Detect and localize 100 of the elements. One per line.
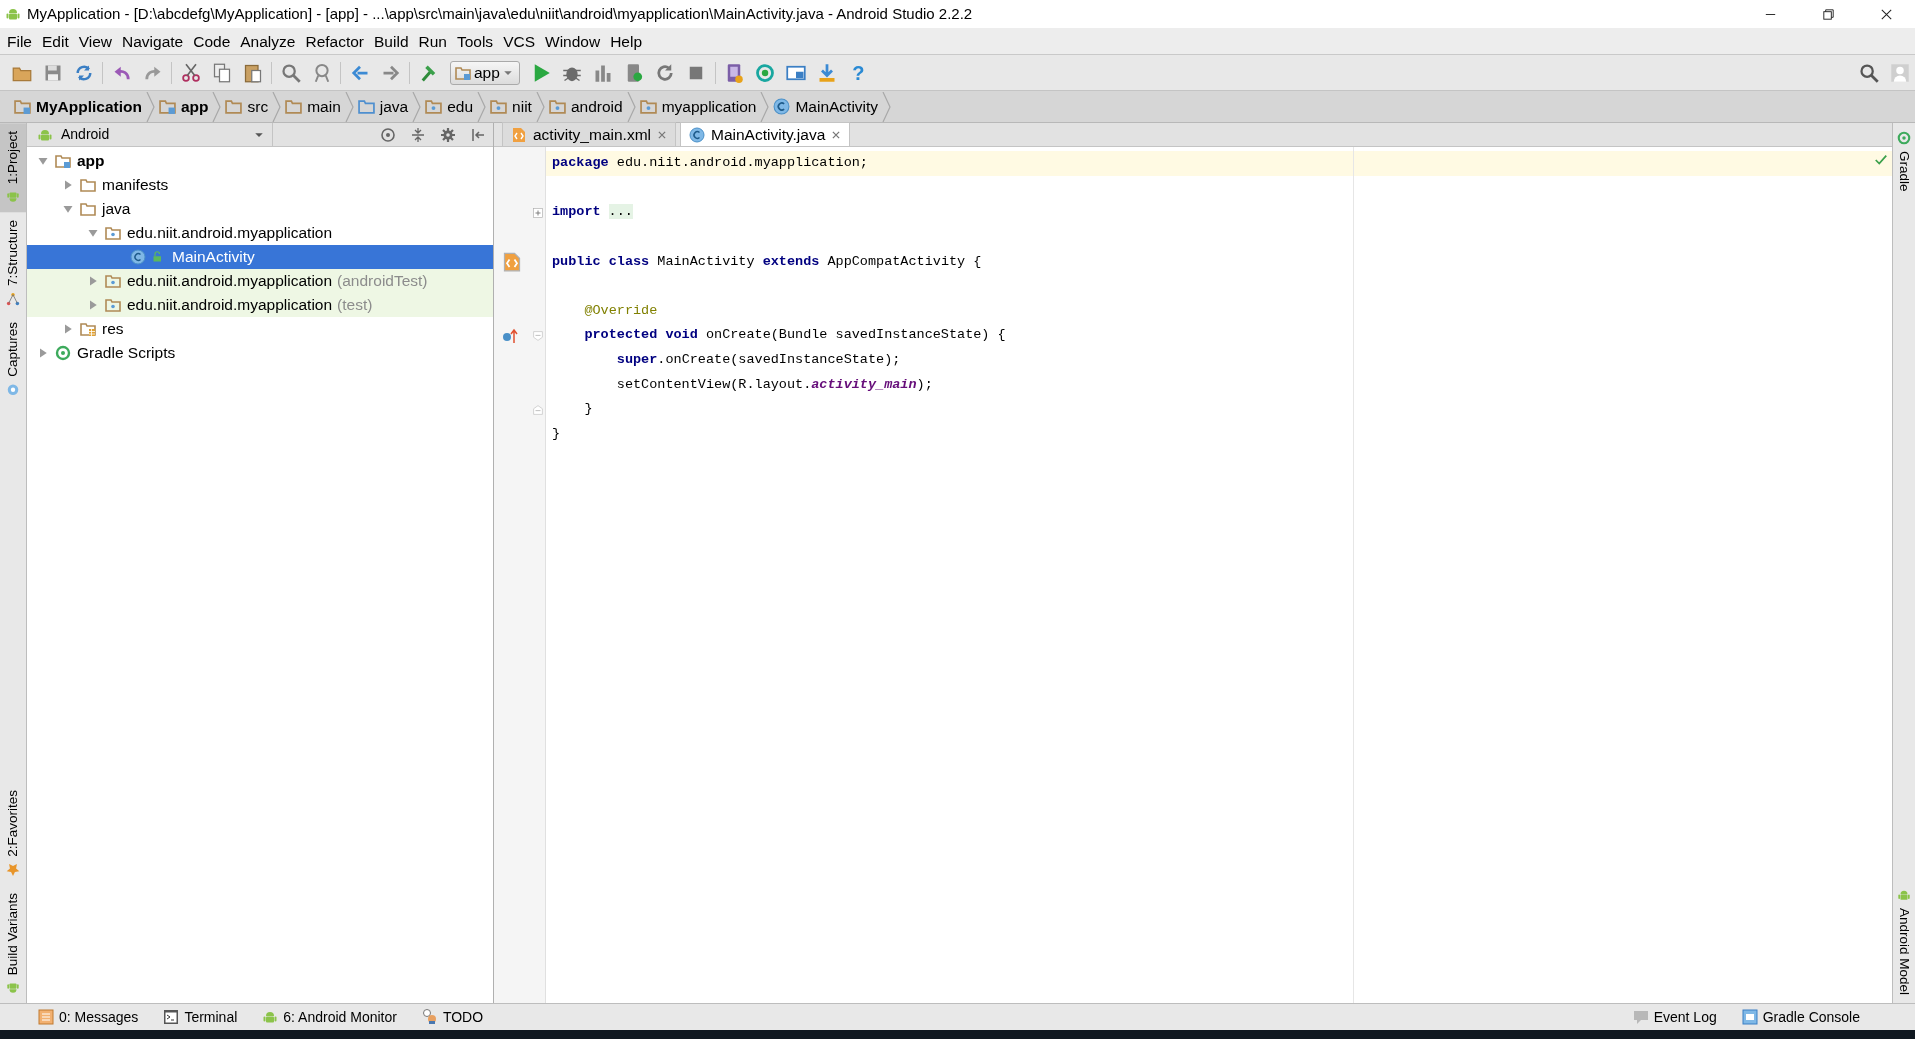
folder-icon: [80, 321, 96, 337]
tool-window-button[interactable]: Event Log: [1632, 1006, 1717, 1028]
star-icon: [6, 862, 20, 877]
target-icon[interactable]: [380, 126, 396, 143]
folder-icon: [80, 177, 96, 193]
code-line: public class MainActivity extends AppCompatActivity {: [552, 252, 982, 271]
tree-item[interactable]: manifests: [27, 173, 493, 197]
folder-icon: [14, 98, 31, 115]
chevron-icon: [412, 91, 422, 122]
tool-window-tab[interactable]: 7:Structure: [0, 212, 26, 315]
tool-window-button[interactable]: 0: Messages: [38, 1006, 139, 1028]
editor-tab[interactable]: MainActivity.java: [680, 122, 851, 146]
expanded-arrow-icon[interactable]: [62, 203, 74, 215]
chevron-icon: [882, 91, 892, 122]
hide-panel-icon[interactable]: [470, 126, 486, 143]
download-icon[interactable]: [817, 62, 838, 83]
package-icon: [548, 98, 566, 115]
tree-item[interactable]: res: [27, 317, 493, 341]
editor-tab[interactable]: activity_main.xml: [502, 122, 676, 146]
paste-icon[interactable]: [242, 62, 263, 83]
tree-item[interactable]: java: [27, 197, 493, 221]
breadcrumb-item[interactable]: MainActivity: [769, 94, 883, 119]
chevron-icon: [344, 91, 354, 122]
class-icon: [130, 249, 146, 265]
lock-icon: [152, 251, 164, 263]
gradle-icon: [1897, 131, 1911, 145]
menu-item[interactable]: Run: [413, 27, 452, 55]
package-icon: [639, 98, 657, 115]
collapsed-arrow-icon[interactable]: [37, 347, 49, 359]
breadcrumb-item[interactable]: main: [281, 94, 345, 119]
tree-item[interactable]: edu.niit.android.myapplication (androidTest): [27, 269, 493, 293]
breadcrumb-item[interactable]: android: [544, 94, 627, 119]
breadcrumb-item[interactable]: java: [353, 94, 413, 119]
structure-icon: [6, 292, 20, 307]
menu-item[interactable]: Analyze: [235, 27, 301, 55]
window-title: MyApplication - [D:\abcdefg\MyApplication] - [app] - ...\app\src\main\java\edu\niit\android\myapplication\MainActivity.java - Android Studio 2.2.2: [27, 3, 974, 24]
tree-item[interactable]: edu.niit.android.myapplication: [27, 221, 493, 245]
breadcrumb-item[interactable]: src: [221, 94, 273, 119]
gradle-sync-icon[interactable]: [755, 62, 776, 83]
tool-window-button[interactable]: Gradle Console: [1741, 1006, 1860, 1028]
tool-window-button[interactable]: 6: Android Monitor: [262, 1006, 397, 1028]
android-icon: [6, 981, 20, 995]
menu-item[interactable]: Window: [540, 27, 606, 55]
collapsed-arrow-icon[interactable]: [62, 179, 74, 191]
menu-item[interactable]: VCS: [498, 27, 540, 55]
code-line: setContentView(R.layout.activity_main);: [615, 375, 933, 394]
breadcrumb-item[interactable]: edu: [421, 94, 478, 119]
tool-window-tab[interactable]: 2:Favorites: [0, 781, 26, 885]
collapsed-arrow-icon[interactable]: [62, 323, 74, 335]
collapsed-arrow-icon[interactable]: [87, 275, 99, 287]
menu-item[interactable]: File: [2, 27, 37, 55]
code-line: protected void onCreate(Bundle savedInstanceState) {: [583, 326, 1006, 345]
menu-item[interactable]: Tools: [451, 27, 499, 55]
fold-end-icon[interactable]: [533, 405, 543, 415]
collapse-all-icon[interactable]: [410, 126, 426, 143]
tool-window-tab[interactable]: Captures: [0, 314, 26, 406]
breadcrumb-item[interactable]: myapplication: [635, 94, 761, 119]
menu-item[interactable]: View: [73, 27, 118, 55]
tree-item[interactable]: app: [27, 149, 493, 173]
menu-item[interactable]: Edit: [37, 27, 74, 55]
refresh-icon[interactable]: [655, 62, 676, 83]
tool-window-tab[interactable]: Android Model: [1893, 879, 1915, 1003]
chevron-icon: [477, 91, 487, 122]
fold-start-icon[interactable]: [533, 331, 543, 342]
class-icon: [689, 126, 705, 143]
tool-window-tab[interactable]: Gradle: [1893, 123, 1915, 200]
check-icon: [1874, 153, 1888, 167]
menu-item[interactable]: Code: [188, 27, 236, 55]
menu-item[interactable]: Refactor: [300, 27, 370, 55]
search-icon[interactable]: [1858, 62, 1879, 83]
tree-item[interactable]: MainActivity: [27, 245, 493, 269]
gear-icon[interactable]: [440, 126, 456, 143]
gradle-icon: [55, 345, 71, 361]
tree-item[interactable]: edu.niit.android.myapplication (test): [27, 293, 493, 317]
chevron-icon: [145, 91, 155, 122]
tool-window-button[interactable]: Terminal: [163, 1006, 238, 1028]
collapsed-arrow-icon[interactable]: [87, 299, 99, 311]
code-line: }: [583, 400, 593, 419]
menu-item[interactable]: Help: [605, 27, 648, 55]
menu-item[interactable]: Navigate: [117, 27, 189, 55]
package-icon: [105, 273, 121, 289]
tool-window-tab[interactable]: Build Variants: [0, 884, 26, 1003]
package-icon: [425, 98, 443, 115]
copy-icon[interactable]: [211, 62, 232, 83]
breadcrumb-item[interactable]: MyApplication: [10, 94, 146, 119]
package-icon: [105, 225, 121, 241]
scissors-icon[interactable]: [180, 62, 201, 83]
menu-item[interactable]: Build: [369, 27, 414, 55]
breadcrumb-item[interactable]: niit: [486, 94, 536, 119]
restore-icon[interactable]: [1820, 6, 1836, 22]
tool-window-tab[interactable]: 1:Project: [0, 123, 26, 213]
messages-icon: [38, 1009, 54, 1025]
search-icon[interactable]: [280, 62, 301, 83]
run-configuration-dropdown[interactable]: app: [450, 60, 520, 85]
expand-fold-icon[interactable]: [533, 208, 543, 219]
tool-window-button[interactable]: TODO: [421, 1006, 484, 1028]
breadcrumb-item[interactable]: app: [154, 94, 213, 119]
expanded-arrow-icon[interactable]: [37, 155, 49, 167]
expanded-arrow-icon[interactable]: [87, 227, 99, 239]
tree-item[interactable]: Gradle Scripts: [27, 341, 493, 365]
